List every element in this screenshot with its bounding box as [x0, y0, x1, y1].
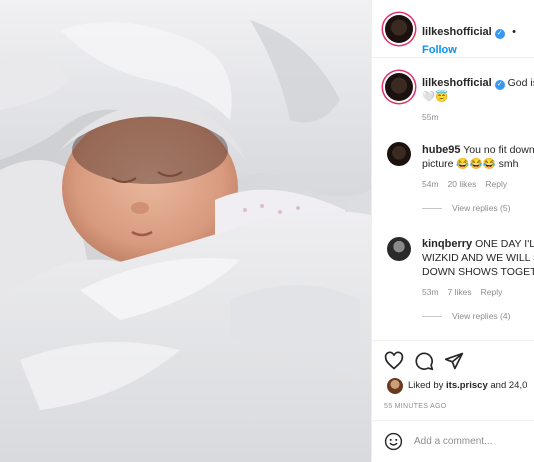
comment-likes[interactable]: 7 likes: [448, 287, 472, 297]
liked-by-suffix[interactable]: and 24,0: [490, 380, 527, 391]
post-photo[interactable]: [0, 0, 371, 462]
comment-text-cont: picture 😂😂😂 smh: [422, 158, 519, 170]
comment-username[interactable]: hube95: [422, 144, 461, 156]
caption-text: God is: [507, 77, 534, 89]
actions-divider: [372, 340, 534, 341]
author-avatar[interactable]: [385, 15, 413, 43]
view-replies-label: View replies (4): [452, 311, 511, 321]
separator-dot: •: [512, 26, 517, 38]
comment-username[interactable]: kinqberry: [422, 238, 472, 250]
comment-avatar-hube95[interactable]: [387, 142, 411, 166]
comment-text-cont: DOWN SHOWS TOGETH: [422, 266, 534, 278]
comment-text: ONE DAY I'LL: [475, 238, 534, 250]
caption-emoji: 🤍😇: [422, 91, 449, 103]
comment-hube95: hube95 You no fit down picture 😂😂😂 smh 5…: [422, 143, 534, 213]
comment-time[interactable]: 54m: [422, 179, 439, 189]
replies-line: [422, 208, 442, 210]
view-replies-button[interactable]: View replies (4): [422, 311, 534, 321]
add-comment-input[interactable]: Add a comment...: [414, 436, 492, 447]
liked-by: Liked by its.priscy and 24,0: [408, 380, 527, 391]
comment-text: You no fit down: [463, 144, 534, 156]
heart-icon[interactable]: [384, 351, 404, 371]
emoji-icon[interactable]: [384, 432, 403, 451]
view-replies-label: View replies (5): [452, 203, 511, 213]
liker-avatar[interactable]: [387, 378, 403, 394]
author-username[interactable]: lilkeshofficial: [422, 26, 492, 38]
post-header: lilkeshofficial ✓ • Follow: [372, 0, 534, 58]
replies-line: [422, 316, 442, 318]
caption-avatar[interactable]: [385, 73, 413, 101]
caption-username[interactable]: lilkeshofficial: [422, 77, 492, 89]
comment-kinqberry: kinqberry ONE DAY I'LL WIZKID AND WE WIL…: [422, 237, 534, 321]
post-timestamp[interactable]: 55 MINUTES AGO: [384, 403, 447, 410]
header-divider: [372, 57, 534, 58]
share-icon[interactable]: [444, 351, 464, 371]
comment-icon[interactable]: [414, 351, 434, 371]
comment-box-divider: [372, 420, 534, 421]
caption: lilkeshofficial✓ God is 🤍😇 55m: [422, 76, 534, 122]
comment-avatar-kinqberry[interactable]: [387, 237, 411, 261]
reply-button[interactable]: Reply: [485, 179, 507, 189]
comment-text-cont: WIZKID AND WE WILL S: [422, 252, 534, 264]
baby-photo-illustration: [0, 0, 371, 462]
liked-by-prefix: Liked by: [408, 380, 444, 391]
comment-time[interactable]: 53m: [422, 287, 439, 297]
header-text: lilkeshofficial ✓ • Follow: [422, 22, 534, 58]
verified-icon: ✓: [494, 29, 505, 39]
reply-button[interactable]: Reply: [481, 287, 503, 297]
caption-time[interactable]: 55m: [422, 112, 534, 122]
follow-button[interactable]: Follow: [422, 44, 457, 56]
liked-by-user[interactable]: its.priscy: [446, 380, 488, 391]
comment-likes[interactable]: 20 likes: [448, 179, 477, 189]
verified-icon: ✓: [494, 80, 505, 90]
post-side-panel: lilkeshofficial ✓ • Follow lilkeshofficia…: [371, 0, 534, 462]
view-replies-button[interactable]: View replies (5): [422, 203, 534, 213]
